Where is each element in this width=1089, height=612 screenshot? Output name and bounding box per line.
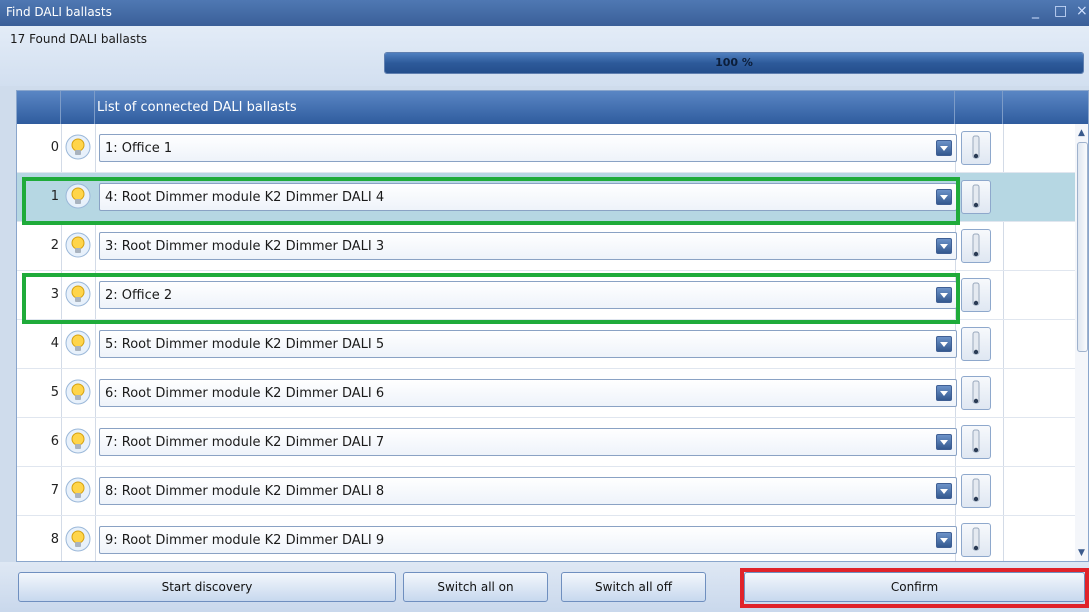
ballast-grid: List of connected DALI ballasts 0 1: Off… [16,90,1089,562]
close-icon[interactable]: × [1076,3,1088,19]
ballast-select[interactable]: 7: Root Dimmer module K2 Dimmer DALI 7 [99,428,957,456]
ballast-row[interactable]: 5 6: Root Dimmer module K2 Dimmer DALI 6 [17,369,1075,418]
switch-all-off-button[interactable]: Switch all off [561,572,706,602]
chevron-down-icon[interactable] [936,532,952,548]
title-bar: Find DALI ballasts _ □ × [0,0,1089,26]
ballast-select[interactable]: 3: Root Dimmer module K2 Dimmer DALI 3 [99,232,957,260]
row-index: 0 [50,140,59,155]
toggle-switch-icon[interactable] [961,425,991,459]
ballast-select-value: 6: Root Dimmer module K2 Dimmer DALI 6 [105,386,385,401]
ballast-select-value: 8: Root Dimmer module K2 Dimmer DALI 8 [105,484,385,499]
header-index-cell [17,91,61,124]
chevron-down-icon[interactable] [936,336,952,352]
chevron-down-icon[interactable] [936,140,952,156]
scroll-down-icon[interactable]: ▼ [1078,548,1085,558]
lightbulb-icon [65,134,91,160]
toggle-switch-icon[interactable] [961,327,991,361]
maximize-icon[interactable]: □ [1054,3,1067,19]
ballast-row[interactable]: 7 8: Root Dimmer module K2 Dimmer DALI 8 [17,467,1075,516]
highlight-box-confirm [740,568,1089,608]
scrollbar-thumb[interactable] [1077,142,1088,352]
lightbulb-icon [65,526,91,552]
chevron-down-icon[interactable] [936,434,952,450]
lightbulb-icon [65,379,91,405]
grid-header-title: List of connected DALI ballasts [97,100,297,115]
discovery-progress-bar: 100 % [384,52,1084,74]
window-title: Find DALI ballasts [6,5,112,19]
ballast-row[interactable]: 0 1: Office 1 [17,124,1075,173]
scroll-up-icon[interactable]: ▲ [1078,128,1085,138]
row-index: 5 [50,385,59,400]
toggle-switch-icon[interactable] [961,474,991,508]
row-index: 8 [50,532,59,547]
ballast-row[interactable]: 4 5: Root Dimmer module K2 Dimmer DALI 5 [17,320,1075,369]
lightbulb-icon [65,477,91,503]
progress-text: 100 % [715,56,753,69]
toggle-switch-icon[interactable] [961,523,991,557]
ballast-select[interactable]: 8: Root Dimmer module K2 Dimmer DALI 8 [99,477,957,505]
ballast-select-value: 5: Root Dimmer module K2 Dimmer DALI 5 [105,337,385,352]
ballast-row[interactable]: 2 3: Root Dimmer module K2 Dimmer DALI 3 [17,222,1075,271]
minimize-icon[interactable]: _ [1032,3,1039,19]
row-index: 4 [50,336,59,351]
header-icon-cell [61,91,95,124]
chevron-down-icon[interactable] [936,385,952,401]
grid-header: List of connected DALI ballasts [17,91,1088,124]
lightbulb-icon [65,232,91,258]
ballast-select[interactable]: 6: Root Dimmer module K2 Dimmer DALI 6 [99,379,957,407]
ballast-select[interactable]: 1: Office 1 [99,134,957,162]
ballast-row[interactable]: 8 9: Root Dimmer module K2 Dimmer DALI 9 [17,516,1075,561]
ballast-select-value: 3: Root Dimmer module K2 Dimmer DALI 3 [105,239,385,254]
row-index: 6 [50,434,59,449]
row-index: 2 [50,238,59,253]
ballast-select[interactable]: 9: Root Dimmer module K2 Dimmer DALI 9 [99,526,957,554]
toggle-switch-icon[interactable] [961,376,991,410]
toggle-switch-icon[interactable] [961,180,991,214]
chevron-down-icon[interactable] [936,483,952,499]
ballast-select[interactable]: 5: Root Dimmer module K2 Dimmer DALI 5 [99,330,957,358]
toggle-switch-icon[interactable] [961,131,991,165]
chevron-down-icon[interactable] [936,238,952,254]
ballast-select-value: 9: Root Dimmer module K2 Dimmer DALI 9 [105,533,385,548]
ballast-row[interactable]: 6 7: Root Dimmer module K2 Dimmer DALI 7 [17,418,1075,467]
toggle-switch-icon[interactable] [961,229,991,263]
toggle-switch-icon[interactable] [961,278,991,312]
start-discovery-button[interactable]: Start discovery [18,572,396,602]
highlight-box-row-3 [22,273,960,324]
switch-all-on-button[interactable]: Switch all on [403,572,548,602]
lightbulb-icon [65,428,91,454]
row-index: 7 [50,483,59,498]
ballast-select-value: 7: Root Dimmer module K2 Dimmer DALI 7 [105,435,385,450]
ballast-select-value: 1: Office 1 [105,141,173,156]
found-count-label: 17 Found DALI ballasts [10,32,148,46]
header-switch-cell [955,91,1003,124]
vertical-scrollbar[interactable]: ▲ ▼ [1075,124,1088,561]
highlight-box-row-1 [22,177,960,225]
lightbulb-icon [65,330,91,356]
